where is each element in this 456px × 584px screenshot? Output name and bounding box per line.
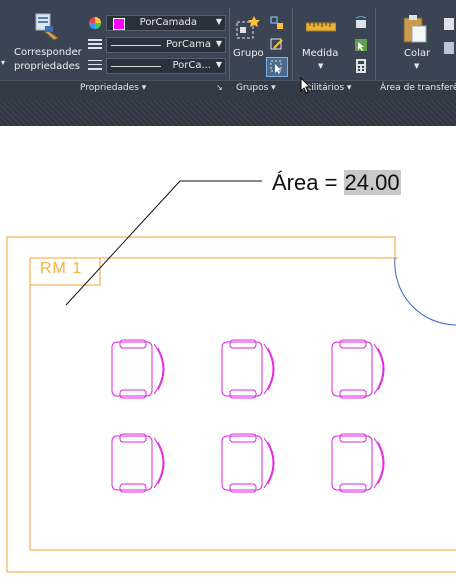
match-properties-label-1: Corresponder (14, 47, 82, 58)
outer-wall (6, 236, 456, 573)
mouse-cursor-icon (300, 77, 312, 94)
copy-clip-icon[interactable] (444, 16, 456, 30)
chair (111, 339, 165, 399)
clipboard-icon (403, 15, 427, 43)
door-swing (394, 257, 456, 326)
ribbon: Corresponder propriedades ▾ PorCamada ▼ … (0, 0, 456, 100)
ungroup-icon[interactable] (270, 16, 284, 30)
chair (111, 433, 165, 493)
lineweight-dropdown[interactable]: PorCa... ▼ (106, 58, 226, 74)
group-select-button[interactable] (266, 57, 288, 77)
linetype-dropdown-value: PorCama (166, 39, 211, 50)
chevron-down-icon: ▼ (215, 60, 222, 69)
room-boundary (29, 257, 456, 551)
color-dropdown-value: PorCamada (139, 17, 197, 28)
chevron-down-icon: ▼ (318, 62, 324, 70)
lineweight-dropdown-value: PorCa... (172, 60, 211, 71)
measure-button[interactable]: Medida ▼ (298, 12, 344, 72)
lineweight-icon[interactable] (88, 59, 102, 71)
chevron-down-icon: ▼ (215, 39, 222, 48)
calculator-icon[interactable] (354, 59, 368, 73)
linetype-icon[interactable] (88, 38, 102, 50)
chair (331, 339, 385, 399)
group-icon (236, 16, 260, 39)
area-value-field[interactable]: 24.00 (343, 170, 401, 195)
area-leader-line (65, 180, 262, 306)
match-properties-button[interactable]: Corresponder propriedades (8, 12, 82, 78)
chair (221, 339, 275, 399)
chair-group (111, 339, 385, 493)
linetype-dropdown[interactable]: PorCama ▼ (106, 37, 226, 53)
paste-label: Colar (404, 48, 431, 59)
chevron-down-icon: ▼ (215, 17, 222, 26)
measure-label: Medida (302, 48, 339, 59)
chair (331, 433, 385, 493)
group-label: Grupo (233, 48, 264, 59)
chair (221, 433, 275, 493)
panel-expand-icon[interactable]: ↘ (216, 83, 223, 92)
lineweight-preview (111, 66, 161, 67)
copy-icon[interactable] (444, 40, 456, 54)
group-edit-icon[interactable] (270, 38, 284, 52)
panel-title-clipboard[interactable]: Área de transferê (380, 83, 456, 93)
room-tag-text[interactable]: RM 1 (40, 260, 82, 278)
area-annotation[interactable]: Área = 24.00 (272, 170, 401, 196)
match-properties-icon (35, 13, 59, 41)
quick-select-icon[interactable] (354, 38, 368, 52)
color-wheel-icon[interactable] (88, 16, 102, 30)
left-panel-arrow[interactable]: ▾ (1, 58, 5, 67)
match-properties-label-2: propriedades (14, 61, 80, 72)
cursor-select-icon (270, 60, 282, 74)
color-swatch (113, 18, 125, 30)
chevron-down-icon: ▼ (414, 62, 420, 70)
linetype-preview (111, 45, 161, 46)
area-label: Área = (272, 170, 344, 195)
ribbon-bottom-strip (0, 100, 456, 126)
paste-button[interactable]: Colar ▼ (396, 12, 440, 72)
color-dropdown[interactable]: PorCamada ▼ (106, 15, 226, 31)
ruler-icon (306, 22, 336, 32)
id-point-icon[interactable] (354, 16, 368, 30)
group-button[interactable]: Grupo (231, 12, 265, 64)
panel-title-groups[interactable]: Grupos ▾ (236, 83, 276, 93)
panel-title-properties[interactable]: Propriedades ▾ (80, 83, 146, 93)
